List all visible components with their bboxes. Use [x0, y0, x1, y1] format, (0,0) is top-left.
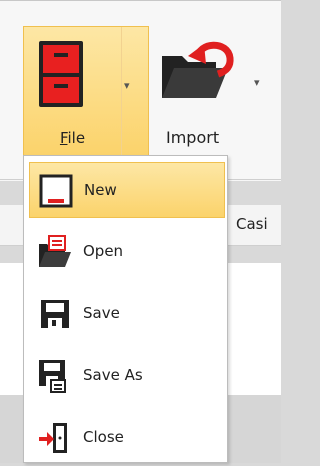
split-divider: [121, 27, 122, 155]
menu-item-label: Close: [83, 428, 124, 446]
save-as-disk-icon: [39, 360, 66, 393]
file-dropdown-menu: New Open Save Save As Close: [23, 155, 228, 463]
menu-item-label: Save: [83, 304, 120, 322]
menu-item-new[interactable]: New: [29, 162, 225, 218]
file-cabinet-icon: [39, 41, 83, 107]
file-split-button[interactable]: ▾ File: [23, 26, 149, 156]
new-document-icon: [39, 174, 73, 208]
open-folder-icon: [39, 235, 71, 267]
menu-item-close[interactable]: Close: [29, 410, 225, 466]
menu-item-open[interactable]: Open: [29, 224, 225, 280]
file-button-label: File: [59, 129, 86, 147]
import-chevron-down-icon[interactable]: ▾: [254, 76, 260, 89]
menu-item-label: Open: [83, 242, 124, 260]
chevron-down-icon[interactable]: ▾: [124, 79, 130, 92]
menu-item-label: New: [84, 181, 117, 199]
menu-item-save[interactable]: Save: [29, 286, 225, 342]
save-disk-icon: [41, 300, 69, 328]
close-door-icon: [39, 423, 67, 453]
ribbon: ▾ File ▾ Import: [0, 0, 281, 181]
menu-item-label: Save As: [83, 366, 143, 384]
menu-item-save-as[interactable]: Save As: [29, 348, 225, 404]
casing-tab-label[interactable]: Casi: [236, 215, 268, 233]
import-button-label[interactable]: Import: [166, 128, 219, 147]
import-folder-icon[interactable]: [158, 36, 238, 102]
